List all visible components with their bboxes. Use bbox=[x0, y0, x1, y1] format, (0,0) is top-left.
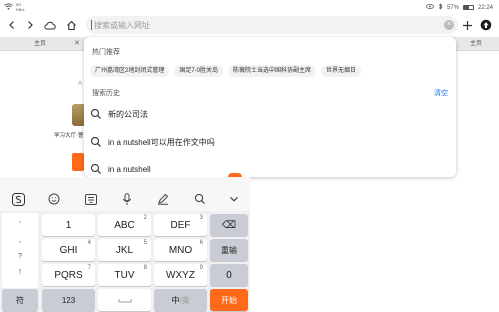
numeric-key[interactable]: 123 bbox=[42, 289, 95, 311]
punct-key[interactable]: , bbox=[2, 237, 38, 244]
history-item[interactable]: 新的公司法 bbox=[90, 105, 450, 123]
hot-chips: 广州荔湾区2地封闭式管理 国足7-0胜关岛 陈薇院士当选中国科协副主席 世界无烟… bbox=[90, 65, 362, 77]
search-icon[interactable] bbox=[193, 192, 207, 206]
search-input[interactable] bbox=[94, 16, 434, 34]
history-item[interactable]: in a nutshell bbox=[90, 160, 450, 177]
space-bar[interactable] bbox=[98, 289, 151, 311]
cloud-icon[interactable] bbox=[42, 17, 58, 33]
text-cursor bbox=[91, 20, 92, 30]
key-tuv[interactable]: TUV 8 bbox=[98, 264, 151, 286]
emoji-icon[interactable] bbox=[47, 192, 61, 206]
punct-key[interactable]: ? bbox=[2, 253, 38, 260]
space-icon bbox=[118, 298, 131, 302]
browser-logo-icon[interactable] bbox=[478, 17, 494, 33]
key-abc[interactable]: ABC 2 bbox=[98, 214, 151, 236]
reenter-button[interactable]: 重输 bbox=[210, 239, 248, 261]
new-tab-icon[interactable] bbox=[459, 17, 475, 33]
tab-home-2[interactable]: 主页 bbox=[470, 37, 482, 51]
handwriting-icon[interactable] bbox=[156, 192, 170, 206]
symbol-key[interactable]: 符 bbox=[2, 289, 38, 311]
bluetooth-icon bbox=[438, 3, 443, 12]
status-bar: 5G KB/s 57% 22:24 bbox=[0, 0, 499, 14]
key-jkl[interactable]: JKL 5 bbox=[98, 239, 151, 261]
key-1[interactable]: 1 bbox=[42, 214, 95, 236]
wifi-icon bbox=[4, 2, 13, 12]
t9-keyboard: ' , ? ! 1 ABC 2 DEF 3 ⌫ GHI 4 JKL 5 MNO … bbox=[0, 177, 250, 312]
start-button[interactable]: 开始 bbox=[210, 289, 248, 311]
battery-level bbox=[463, 6, 470, 9]
search-icon bbox=[90, 163, 101, 174]
search-icon bbox=[90, 108, 101, 119]
forward-icon[interactable] bbox=[22, 17, 38, 33]
home-icon[interactable] bbox=[63, 17, 79, 33]
clock: 22:24 bbox=[477, 4, 493, 11]
clear-history-button[interactable]: 清空 bbox=[434, 88, 448, 98]
delete-button[interactable]: ⌫ bbox=[210, 214, 248, 236]
hot-chip[interactable]: 世界无烟日 bbox=[321, 65, 362, 77]
sogou-logo-icon[interactable] bbox=[11, 192, 25, 206]
network-speed: 5G KB/s bbox=[16, 2, 25, 12]
address-bar-row: × bbox=[0, 14, 499, 36]
battery-icon bbox=[462, 5, 474, 10]
back-icon[interactable] bbox=[4, 17, 20, 33]
chevron-down-icon[interactable] bbox=[227, 192, 241, 206]
clear-input-icon[interactable]: × bbox=[444, 20, 454, 30]
key-0[interactable]: 0 bbox=[210, 264, 248, 286]
hot-chip[interactable]: 国足7-0胜关岛 bbox=[174, 65, 224, 77]
battery-percent: 57% bbox=[446, 4, 459, 11]
close-icon[interactable]: ✕ bbox=[74, 37, 80, 51]
key-pqrs[interactable]: PQRS 7 bbox=[42, 264, 95, 286]
key-mno[interactable]: MNO 6 bbox=[154, 239, 207, 261]
punct-key[interactable]: ! bbox=[2, 269, 38, 276]
punctuation-column[interactable]: ' , ? ! bbox=[2, 213, 38, 288]
language-toggle-key[interactable]: 中/英 bbox=[154, 289, 207, 311]
tab-home-1[interactable]: 主页 bbox=[34, 37, 46, 51]
keyboard-layout-icon[interactable] bbox=[84, 192, 98, 206]
key-def[interactable]: DEF 3 bbox=[154, 214, 207, 236]
hot-chip[interactable]: 陈薇院士当选中国科协副主席 bbox=[228, 65, 317, 77]
suggestion-dropdown: 热门推荐 广州荔湾区2地封闭式管理 国足7-0胜关岛 陈薇院士当选中国科协副主席… bbox=[84, 37, 456, 177]
app-shortcut-label: 学习大厅·曹 bbox=[54, 133, 84, 139]
page-letter: A bbox=[78, 81, 83, 87]
hot-section-title: 热门推荐 bbox=[92, 49, 120, 56]
punct-key[interactable]: ' bbox=[2, 221, 38, 228]
app-shortcut-icon-2[interactable] bbox=[72, 153, 84, 171]
key-wxyz[interactable]: WXYZ 9 bbox=[154, 264, 207, 286]
microphone-icon[interactable] bbox=[120, 192, 134, 206]
eye-icon bbox=[426, 4, 434, 11]
history-item[interactable]: in a nutshell可以用在作文中吗 bbox=[90, 133, 450, 151]
history-section-title: 搜索历史 bbox=[92, 90, 120, 97]
address-bar[interactable]: × bbox=[86, 16, 458, 34]
key-ghi[interactable]: GHI 4 bbox=[42, 239, 95, 261]
hot-chip[interactable]: 广州荔湾区2地封闭式管理 bbox=[90, 65, 170, 77]
keyboard-toolbar bbox=[0, 177, 250, 211]
search-icon bbox=[90, 136, 101, 147]
